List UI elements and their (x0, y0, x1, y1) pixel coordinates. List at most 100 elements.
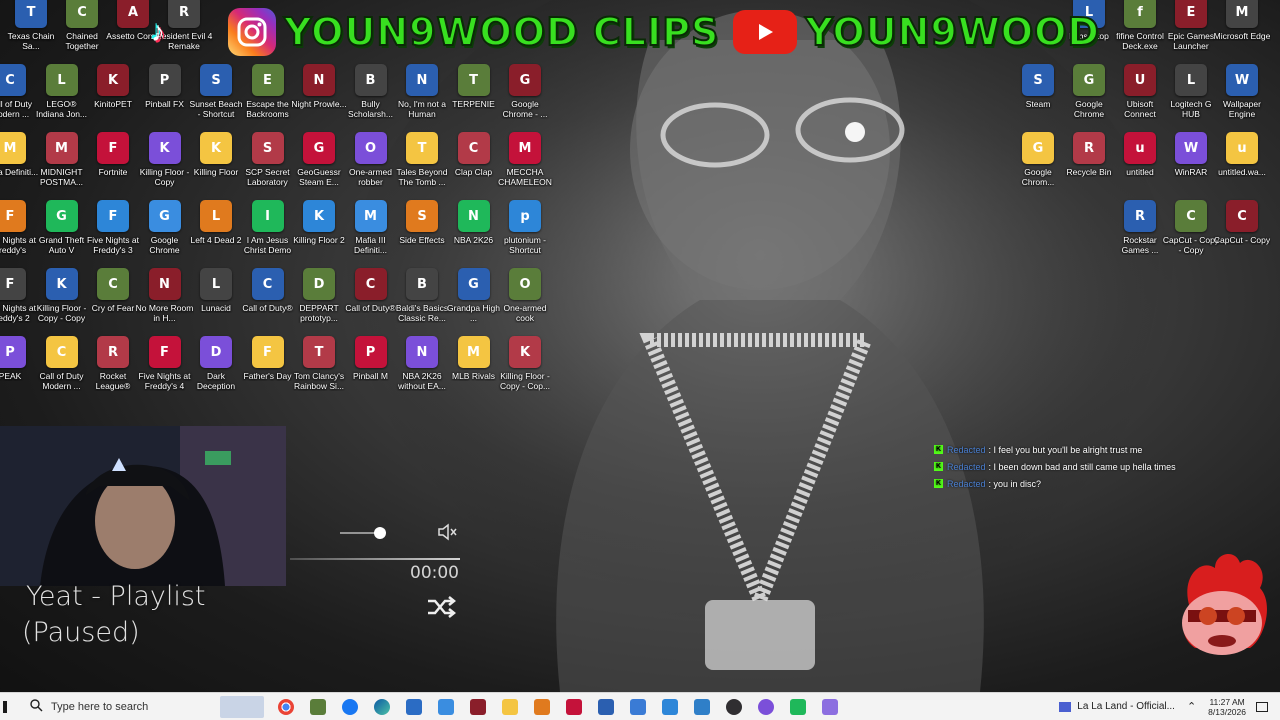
desktop-icon[interactable]: N Night Prowle... (291, 64, 347, 128)
shuffle-icon[interactable] (426, 594, 457, 620)
desktop-icon[interactable]: MMafia Definiti... (0, 132, 38, 196)
app-icon[interactable] (438, 698, 454, 715)
desktop-icon[interactable]: U Ubisoft Connect (1113, 64, 1167, 128)
windows-start-icon[interactable] (0, 699, 16, 715)
desktop-icon[interactable]: K KinitoPET (86, 64, 140, 128)
desktop-icon[interactable]: G Google Chrome - ... (498, 64, 552, 128)
chrome-icon[interactable] (278, 698, 294, 715)
desktop-icon[interactable]: K Killing Floor - Copy - Cop... (498, 336, 552, 400)
desktop-icon[interactable]: O One-armed robber (344, 132, 398, 196)
desktop-icon[interactable]: FFive Nights at Freddy's (0, 200, 37, 264)
now-playing-icon[interactable] (1059, 701, 1072, 712)
desktop-icon[interactable]: N No, I'm not a Human (395, 64, 449, 128)
desktop-icon[interactable]: M MECCHA CHAMELEON (498, 132, 552, 196)
desktop-icon[interactable]: P PEAK (0, 336, 37, 400)
desktop-icon[interactable]: C Call of Duty® (241, 268, 295, 332)
obs-icon[interactable] (726, 698, 742, 715)
desktop-icon[interactable]: S Sunset Beach - Shortcut (189, 64, 243, 128)
desktop-icon[interactable]: f fifine Control Deck.exe (1113, 0, 1167, 60)
desktop-icon[interactable]: C Cry of Fear (86, 268, 140, 332)
desktop-icon[interactable]: G Google Chrome (138, 200, 192, 264)
desktop-icon[interactable]: T Tales Beyond The Tomb ... (395, 132, 449, 196)
desktop-icon[interactable]: N NBA 2K26 without EA... (395, 336, 449, 400)
app-icon[interactable] (790, 698, 806, 715)
desktop-icon[interactable]: W WinRAR (1164, 132, 1218, 196)
desktop-icon[interactable]: M Microsoft Edge (1214, 0, 1270, 60)
desktop-icon[interactable]: G Google Chrome (1062, 64, 1116, 128)
desktop-icon[interactable]: CCall of Duty Modern ... (35, 336, 89, 400)
app-icon[interactable] (662, 698, 678, 715)
desktop-icon[interactable]: L Left 4 Dead 2 (189, 200, 243, 264)
desktop-icon[interactable]: S Side Effects (395, 200, 449, 264)
desktop-icon[interactable]: P Pinball M (344, 336, 398, 400)
now-playing-label[interactable]: La La Land - Official... (1077, 701, 1175, 712)
desktop-icon[interactable]: T Tom Clancy's Rainbow Si... (292, 336, 346, 400)
store-icon[interactable] (406, 698, 422, 715)
desktop-icon[interactable]: E Epic Games Launcher (1164, 0, 1218, 60)
desktop-icon[interactable]: FFive Nights at Freddy's 2 (0, 268, 37, 332)
desktop-icon[interactable]: K Killing Floor - Copy - Copy (35, 268, 89, 332)
desktop-icon[interactable]: D DEPPART prototyp... (292, 268, 346, 332)
app-icon[interactable] (694, 698, 710, 715)
desktop-icon[interactable]: T TERPENIE (447, 64, 501, 128)
playback-progress[interactable] (290, 558, 460, 560)
speaker-mute-icon[interactable] (436, 521, 458, 543)
desktop-icon[interactable]: B Bully Scholarsh... (344, 64, 398, 128)
facebook-icon[interactable] (342, 698, 358, 715)
desktop-icon[interactable]: C CapCut - Copy - Copy (1163, 200, 1219, 264)
desktop-icon[interactable]: G Grand Theft Auto V (35, 200, 89, 264)
notification-icon[interactable] (1256, 701, 1268, 712)
app-icon[interactable] (822, 698, 838, 715)
desktop-icon[interactable]: G GeoGuessr Steam E... (292, 132, 346, 196)
desktop-icon[interactable]: R Recycle Bin (1062, 132, 1116, 196)
desktop-icon[interactable]: u untitled (1113, 132, 1167, 196)
desktop-icon[interactable]: C Call of Duty® (344, 268, 398, 332)
desktop-icon[interactable]: F Five Nights at Freddy's 3 (86, 200, 140, 264)
volume-slider-knob[interactable] (374, 527, 386, 539)
desktop-icon[interactable]: C Chained Together (55, 0, 109, 60)
desktop-icon[interactable]: P Pinball FX (138, 64, 192, 128)
app-icon[interactable] (598, 698, 614, 715)
desktop-icon[interactable]: CCall of Duty Modern ... (0, 64, 37, 128)
app-icon[interactable] (470, 698, 486, 715)
desktop-icon[interactable]: N NBA 2K26 (447, 200, 501, 264)
desktop-icon[interactable]: G Google Chrom... (1011, 132, 1065, 196)
desktop-icon[interactable]: C Clap Clap (447, 132, 501, 196)
desktop-icon[interactable]: E Escape the Backrooms (241, 64, 295, 128)
desktop-icon[interactable]: S SCP Secret Laboratory (241, 132, 295, 196)
desktop-icon[interactable]: L Logitech G HUB (1164, 64, 1218, 128)
desktop-icon[interactable]: R Rockstar Games ... (1113, 200, 1167, 264)
desktop-icon[interactable]: K Killing Floor 2 (292, 200, 346, 264)
desktop-icon[interactable]: G Grandpa High ... (447, 268, 501, 332)
app-icon[interactable] (534, 698, 550, 715)
desktop-icon[interactable]: C CapCut - Copy (1214, 200, 1270, 264)
desktop-icon[interactable]: O One-armed cook (498, 268, 552, 332)
desktop-icon[interactable]: N No More Room in H... (136, 268, 193, 332)
taskbar-search[interactable]: Type here to search (30, 693, 220, 720)
desktop-icon[interactable]: R Rocket League® (86, 336, 140, 400)
app-icon[interactable] (566, 698, 582, 715)
desktop-icon[interactable]: T Texas Chain Sa... (4, 0, 58, 60)
desktop-icon[interactable]: F Five Nights at Freddy's 4 (138, 336, 192, 400)
chevron-up-icon[interactable]: ⌃ (1187, 700, 1196, 713)
desktop-icon[interactable]: M MLB Rivals (447, 336, 501, 400)
desktop-icon[interactable]: p plutonium - Shortcut (498, 200, 552, 264)
desktop-icon[interactable]: M MIDNIGHT POSTMA... (35, 132, 89, 196)
desktop-icon[interactable]: F Father's Day (241, 336, 295, 400)
desktop-icon[interactable]: M Mafia III Definiti... (344, 200, 398, 264)
desktop-icon[interactable]: D Dark Deception (189, 336, 243, 400)
app-icon[interactable] (758, 698, 774, 715)
file-explorer-icon[interactable] (502, 698, 518, 715)
minecraft-icon[interactable] (310, 698, 326, 715)
taskbar-widget-icon[interactable] (220, 695, 264, 718)
desktop-icon[interactable]: K Killing Floor - Copy (138, 132, 192, 196)
edge-icon[interactable] (374, 698, 390, 715)
desktop-icon[interactable]: K Killing Floor (189, 132, 243, 196)
desktop-icon[interactable]: S Steam (1011, 64, 1065, 128)
desktop-icon[interactable]: u untitled.wa... (1215, 132, 1269, 196)
app-icon[interactable] (630, 698, 646, 715)
desktop-icon[interactable]: I I Am Jesus Christ Demo (241, 200, 295, 264)
desktop-icon[interactable]: F Fortnite (86, 132, 140, 196)
desktop-icon[interactable]: B Baldi's Basics Classic Re... (395, 268, 449, 332)
desktop-icon[interactable]: L LEGO® Indiana Jon... (35, 64, 89, 128)
